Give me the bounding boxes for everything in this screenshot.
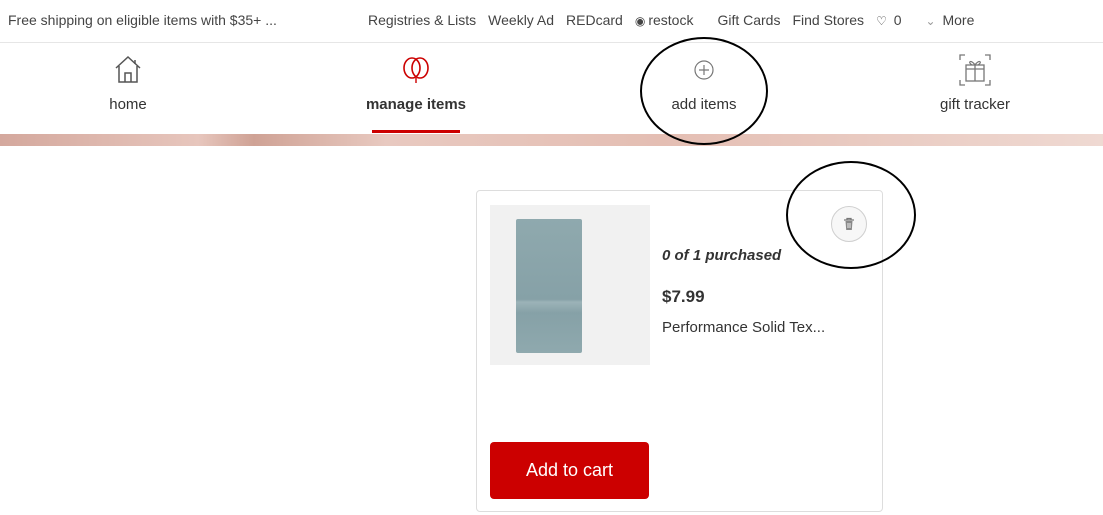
tab-home-label: home (109, 96, 147, 113)
product-image[interactable] (490, 205, 650, 365)
heart-icon: ♡ (876, 14, 887, 28)
tab-gift-tracker[interactable]: gift tracker (895, 50, 1055, 130)
restock-label: restock (648, 12, 694, 28)
delete-item-button[interactable] (831, 206, 867, 242)
utility-links: Registries & Lists Weekly Ad REDcard ◉ re… (368, 12, 986, 28)
restock-link[interactable]: ◉ restock (635, 12, 706, 28)
active-tab-underline (372, 130, 460, 133)
tab-manage-items-label: manage items (365, 96, 467, 113)
tab-add-items-label: add items (671, 96, 737, 113)
tab-add-items[interactable]: add items (624, 50, 784, 130)
registries-lists-link[interactable]: Registries & Lists (368, 12, 476, 28)
item-price: $7.99 (662, 287, 705, 306)
item-title-link[interactable]: Performance Solid Tex... (662, 319, 872, 336)
target-bullseye-icon: ◉ (634, 14, 646, 28)
balloon-icon (403, 57, 429, 83)
tab-manage-items[interactable]: manage items (336, 50, 496, 133)
chevron-down-icon: ⌄ (925, 14, 936, 28)
plus-circle-icon (694, 60, 714, 80)
wishlist-link[interactable]: ♡ 0 (876, 12, 913, 28)
registry-tabs: home manage items add items gift tracker (0, 44, 1103, 134)
add-to-cart-button[interactable]: Add to cart (490, 442, 649, 499)
find-stores-link[interactable]: Find Stores (792, 12, 864, 28)
towel-image (516, 219, 582, 353)
tab-home[interactable]: home (48, 50, 208, 130)
hero-banner-strip (0, 134, 1103, 146)
more-menu[interactable]: ⌄ More (926, 12, 987, 28)
more-label: More (942, 12, 975, 28)
weekly-ad-link[interactable]: Weekly Ad (488, 12, 554, 28)
topbar-divider (0, 42, 1103, 43)
home-icon (115, 55, 141, 83)
wishlist-count: 0 (893, 12, 902, 28)
registry-item-card: 0 of 1 purchased $7.99 Performance Solid… (476, 190, 883, 512)
gift-cards-link[interactable]: Gift Cards (717, 12, 780, 28)
trash-icon (844, 217, 854, 230)
top-utility-bar: Free shipping on eligible items with $35… (0, 0, 1103, 40)
gift-icon (959, 54, 991, 86)
purchased-status: 0 of 1 purchased (662, 247, 782, 264)
redcard-link[interactable]: REDcard (566, 12, 623, 28)
shipping-promo-link[interactable]: Free shipping on eligible items with $35… (8, 12, 277, 28)
tab-gift-tracker-label: gift tracker (939, 96, 1011, 113)
